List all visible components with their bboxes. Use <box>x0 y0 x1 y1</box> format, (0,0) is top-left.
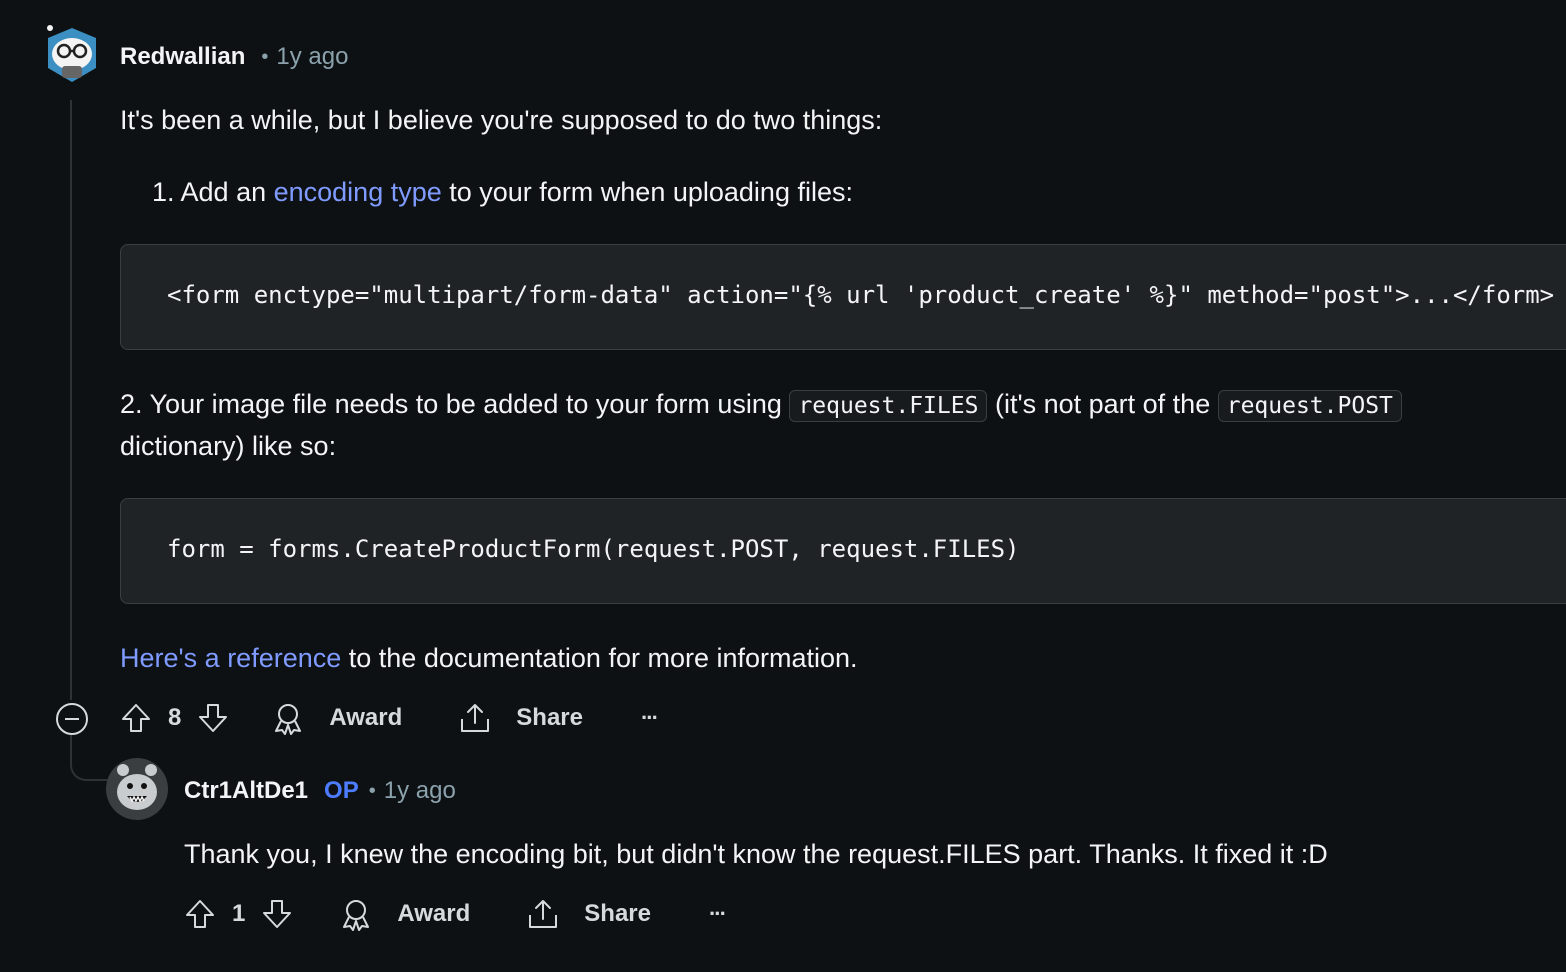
avatar[interactable] <box>42 24 102 86</box>
vote-count: 8 <box>168 704 182 731</box>
reference-suffix: to the documentation for more informatio… <box>341 643 858 673</box>
more-label: ··· <box>640 705 659 730</box>
share-button[interactable]: Share <box>458 701 583 735</box>
vote-count: 1 <box>232 900 246 927</box>
list-item-1: 1. Add an encoding type to your form whe… <box>152 171 853 213</box>
list-item-1-prefix: 1. Add an <box>152 177 274 207</box>
share-label: Share <box>516 704 583 731</box>
code-block-form-init: form = forms.CreateProductForm(request.P… <box>120 498 1566 604</box>
share-button[interactable]: Share <box>526 897 651 931</box>
encoding-type-link[interactable]: encoding type <box>274 177 442 207</box>
more-icon[interactable]: ··· <box>708 901 727 927</box>
list-item-2: 2. Your image file needs to be added to … <box>120 383 1402 427</box>
award-button[interactable]: Award <box>339 897 470 931</box>
code-form-init: form = forms.CreateProductForm(request.P… <box>167 535 1020 563</box>
share-icon <box>526 897 572 931</box>
inline-code-request-files: request.FILES <box>789 390 988 422</box>
list-item-2-line2: dictionary) like so: <box>120 431 337 461</box>
meta-separator: • <box>368 779 376 802</box>
comment-author[interactable]: Ctr1AltDe1 <box>184 777 308 805</box>
list-item-1-suffix: to your form when uploading files: <box>441 177 853 207</box>
inline-code-request-post: request.POST <box>1217 390 1402 422</box>
share-label: Share <box>584 900 651 927</box>
comment-author[interactable]: Redwallian <box>120 43 245 71</box>
comment-timestamp[interactable]: 1y ago <box>384 777 456 805</box>
comment-body: Thank you, I knew the encoding bit, but … <box>184 839 1328 869</box>
code-block-form: <form enctype="multipart/form-data" acti… <box>120 244 1566 350</box>
downvote-icon[interactable] <box>259 896 295 932</box>
award-button[interactable]: Award <box>271 701 402 735</box>
code-form-tag: <form enctype="multipart/form-data" acti… <box>167 281 1555 309</box>
award-icon <box>339 897 385 931</box>
collapse-icon[interactable] <box>55 702 89 736</box>
more-icon[interactable]: ··· <box>640 705 659 731</box>
meta-separator: • <box>261 45 269 68</box>
comment-actions: 8 Award Share ··· <box>118 698 659 738</box>
award-icon <box>271 701 317 735</box>
award-label: Award <box>397 900 471 927</box>
downvote-icon[interactable] <box>195 700 231 736</box>
avatar[interactable] <box>106 758 168 820</box>
share-icon <box>458 701 504 735</box>
list-item-2-mid: (it's not part of the <box>987 389 1218 419</box>
op-badge: OP <box>324 777 359 804</box>
comment-actions: 1 Award Share ··· <box>182 894 727 934</box>
thread-branch <box>70 735 110 781</box>
thread-line <box>70 100 72 700</box>
comment-timestamp[interactable]: 1y ago <box>276 43 348 71</box>
award-label: Award <box>329 704 403 731</box>
comment-intro: It's been a while, but I believe you're … <box>120 105 883 135</box>
list-item-2-prefix: 2. Your image file needs to be added to … <box>120 389 790 419</box>
reference-link[interactable]: Here's a reference <box>120 643 341 673</box>
more-label: ··· <box>708 901 727 926</box>
upvote-icon[interactable] <box>118 700 154 736</box>
upvote-icon[interactable] <box>182 896 218 932</box>
reference-line: Here's a reference to the documentation … <box>120 637 858 679</box>
